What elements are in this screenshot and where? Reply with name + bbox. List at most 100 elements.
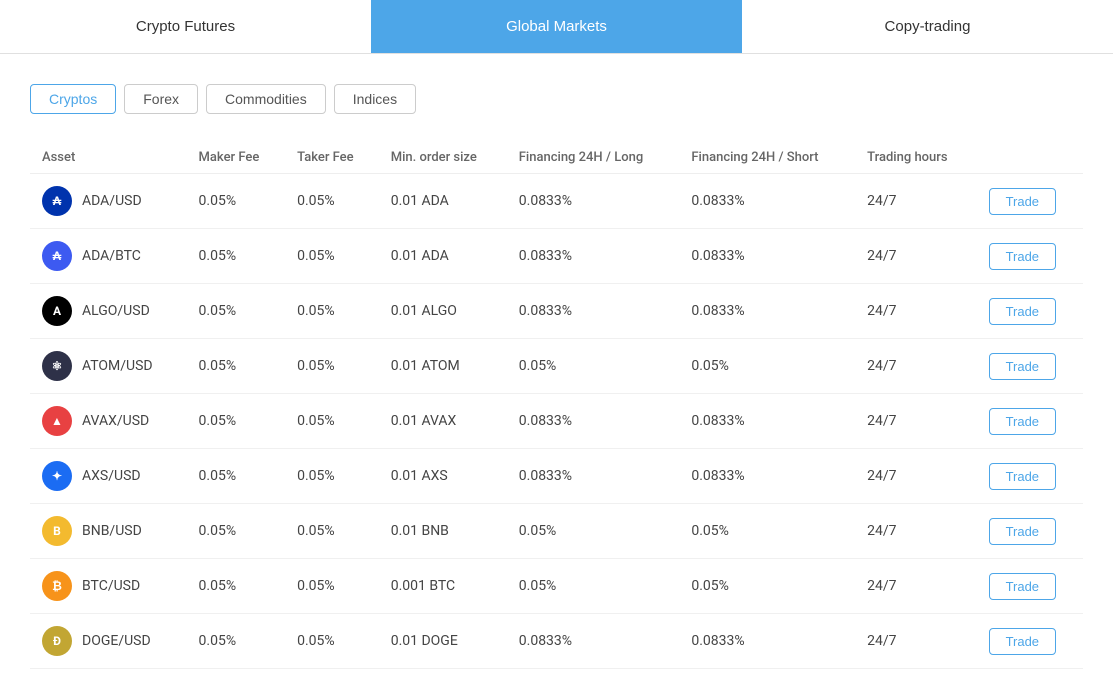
table-row: ₳ ADA/USD 0.05%0.05%0.01 ADA0.0833%0.083… xyxy=(30,174,1083,229)
trading-hours-cell: 24/7 xyxy=(855,339,976,394)
table-row: ▲ AVAX/USD 0.05%0.05%0.01 AVAX0.0833%0.0… xyxy=(30,394,1083,449)
nav-tab-global-markets[interactable]: Global Markets xyxy=(371,0,742,53)
asset-cell: B BNB/USD xyxy=(30,504,187,559)
nav-tab-copy-trading[interactable]: Copy-trading xyxy=(742,0,1113,53)
maker-fee-cell: 0.05% xyxy=(187,449,286,504)
financing-short-cell: 0.05% xyxy=(679,559,855,614)
col-header-min-order: Min. order size xyxy=(379,142,507,174)
filter-tab-cryptos[interactable]: Cryptos xyxy=(30,84,116,114)
filter-tab-indices[interactable]: Indices xyxy=(334,84,416,114)
asset-icon: ⚛ xyxy=(42,351,72,381)
action-cell: Trade xyxy=(977,559,1083,614)
asset-name: DOGE/USD xyxy=(82,633,151,649)
action-cell: Trade xyxy=(977,229,1083,284)
trade-button[interactable]: Trade xyxy=(989,628,1056,655)
asset-cell: ₳ ADA/USD xyxy=(30,174,187,229)
table-row: Ð DOGE/USD 0.05%0.05%0.01 DOGE0.0833%0.0… xyxy=(30,614,1083,669)
trading-hours-cell: 24/7 xyxy=(855,449,976,504)
min-order-cell: 0.001 BTC xyxy=(379,559,507,614)
action-cell: Trade xyxy=(977,339,1083,394)
taker-fee-cell: 0.05% xyxy=(285,559,379,614)
taker-fee-cell: 0.05% xyxy=(285,174,379,229)
col-header-trading-hours: Trading hours xyxy=(855,142,976,174)
asset-name: ATOM/USD xyxy=(82,358,153,374)
min-order-cell: 0.01 DOGE xyxy=(379,614,507,669)
financing-long-cell: 0.0833% xyxy=(507,174,680,229)
taker-fee-cell: 0.05% xyxy=(285,394,379,449)
asset-cell: ⚛ ATOM/USD xyxy=(30,339,187,394)
min-order-cell: 0.01 ADA xyxy=(379,174,507,229)
asset-icon: Ð xyxy=(42,626,72,656)
maker-fee-cell: 0.05% xyxy=(187,229,286,284)
col-header-action xyxy=(977,142,1083,174)
asset-icon: ₿ xyxy=(42,571,72,601)
maker-fee-cell: 0.05% xyxy=(187,614,286,669)
min-order-cell: 0.01 AVAX xyxy=(379,394,507,449)
min-order-cell: 0.01 ALGO xyxy=(379,284,507,339)
trading-hours-cell: 24/7 xyxy=(855,559,976,614)
trade-button[interactable]: Trade xyxy=(989,188,1056,215)
maker-fee-cell: 0.05% xyxy=(187,339,286,394)
asset-icon: A xyxy=(42,296,72,326)
financing-long-cell: 0.0833% xyxy=(507,284,680,339)
table-row: A ALGO/USD 0.05%0.05%0.01 ALGO0.0833%0.0… xyxy=(30,284,1083,339)
financing-long-cell: 0.05% xyxy=(507,504,680,559)
table-row: ₿ BTC/USD 0.05%0.05%0.001 BTC0.05%0.05%2… xyxy=(30,559,1083,614)
financing-short-cell: 0.05% xyxy=(679,339,855,394)
trading-hours-cell: 24/7 xyxy=(855,504,976,559)
asset-cell: ₳ ADA/BTC xyxy=(30,229,187,284)
financing-short-cell: 0.0833% xyxy=(679,394,855,449)
asset-name: BTC/USD xyxy=(82,578,140,594)
financing-short-cell: 0.0833% xyxy=(679,229,855,284)
asset-cell: A ALGO/USD xyxy=(30,284,187,339)
financing-long-cell: 0.0833% xyxy=(507,449,680,504)
main-content: CryptosForexCommoditiesIndices AssetMake… xyxy=(0,54,1113,689)
maker-fee-cell: 0.05% xyxy=(187,174,286,229)
asset-name: ADA/USD xyxy=(82,193,142,209)
table-row: ₳ ADA/BTC 0.05%0.05%0.01 ADA0.0833%0.083… xyxy=(30,229,1083,284)
asset-cell: ▲ AVAX/USD xyxy=(30,394,187,449)
asset-cell: ✦ AXS/USD xyxy=(30,449,187,504)
min-order-cell: 0.01 AXS xyxy=(379,449,507,504)
trade-button[interactable]: Trade xyxy=(989,408,1056,435)
asset-name: ALGO/USD xyxy=(82,303,150,319)
taker-fee-cell: 0.05% xyxy=(285,339,379,394)
maker-fee-cell: 0.05% xyxy=(187,559,286,614)
trading-hours-cell: 24/7 xyxy=(855,614,976,669)
table-row: ✦ AXS/USD 0.05%0.05%0.01 AXS0.0833%0.083… xyxy=(30,449,1083,504)
filter-tab-commodities[interactable]: Commodities xyxy=(206,84,326,114)
filter-tabs: Cryptos Forex Commodities Indices xyxy=(30,84,1083,114)
trade-button[interactable]: Trade xyxy=(989,243,1056,270)
trade-button[interactable]: Trade xyxy=(989,353,1056,380)
min-order-cell: 0.01 ATOM xyxy=(379,339,507,394)
action-cell: Trade xyxy=(977,284,1083,339)
trade-button[interactable]: Trade xyxy=(989,463,1056,490)
asset-name: ADA/BTC xyxy=(82,248,141,264)
trading-hours-cell: 24/7 xyxy=(855,284,976,339)
asset-icon: ✦ xyxy=(42,461,72,491)
trade-button[interactable]: Trade xyxy=(989,298,1056,325)
financing-short-cell: 0.0833% xyxy=(679,449,855,504)
asset-cell: ₿ BTC/USD xyxy=(30,559,187,614)
asset-icon: ₳ xyxy=(42,186,72,216)
maker-fee-cell: 0.05% xyxy=(187,284,286,339)
nav-tab-crypto-futures[interactable]: Crypto Futures xyxy=(0,0,371,53)
maker-fee-cell: 0.05% xyxy=(187,504,286,559)
min-order-cell: 0.01 ADA xyxy=(379,229,507,284)
taker-fee-cell: 0.05% xyxy=(285,614,379,669)
action-cell: Trade xyxy=(977,614,1083,669)
trade-button[interactable]: Trade xyxy=(989,518,1056,545)
taker-fee-cell: 0.05% xyxy=(285,504,379,559)
trade-button[interactable]: Trade xyxy=(989,573,1056,600)
financing-short-cell: 0.0833% xyxy=(679,284,855,339)
filter-tab-forex[interactable]: Forex xyxy=(124,84,198,114)
table-row: ⚛ ATOM/USD 0.05%0.05%0.01 ATOM0.05%0.05%… xyxy=(30,339,1083,394)
financing-long-cell: 0.0833% xyxy=(507,229,680,284)
taker-fee-cell: 0.05% xyxy=(285,284,379,339)
taker-fee-cell: 0.05% xyxy=(285,229,379,284)
trading-hours-cell: 24/7 xyxy=(855,229,976,284)
col-header-financing-long: Financing 24H / Long xyxy=(507,142,680,174)
asset-name: AXS/USD xyxy=(82,468,141,484)
financing-long-cell: 0.05% xyxy=(507,559,680,614)
col-header-asset: Asset xyxy=(30,142,187,174)
